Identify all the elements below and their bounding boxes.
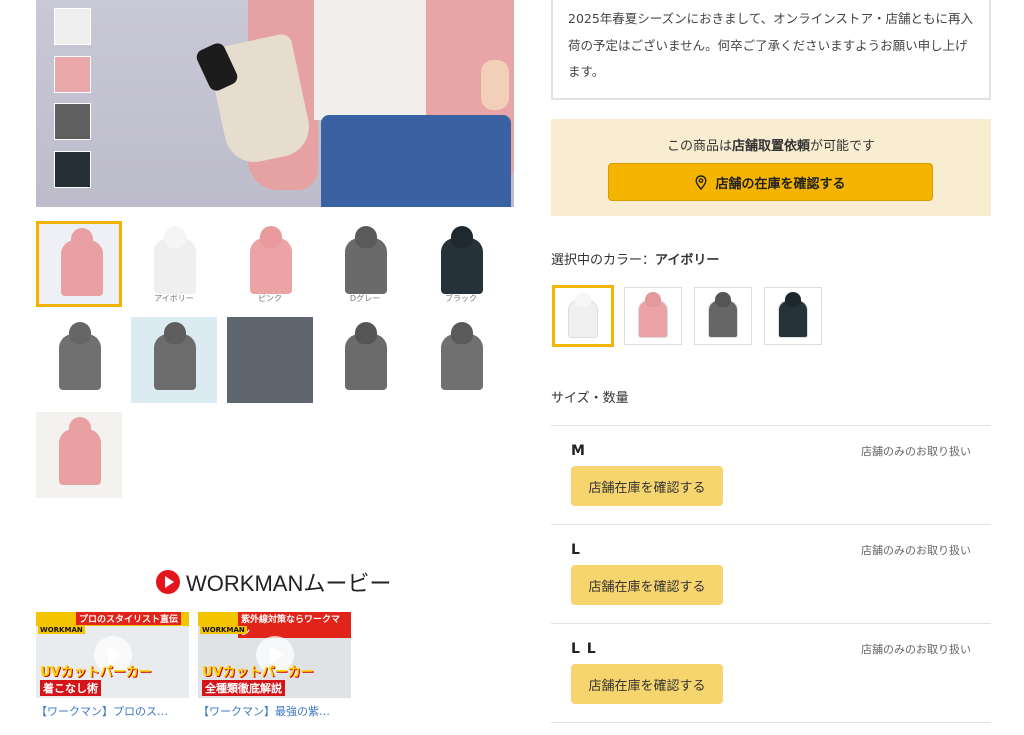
video-band-text: プロのスタイリスト直伝 (76, 612, 182, 625)
check-size-stock-button[interactable]: 店舗在庫を確認する (571, 664, 723, 704)
video-subheadline: 着こなし術 (40, 680, 101, 696)
size-row: M 店舗のみのお取り扱い店舗在庫を確認する (551, 425, 991, 524)
gallery-thumbnail[interactable]: Dグレー (322, 221, 408, 307)
video-brand: WORKMAN (38, 626, 85, 634)
color-option-hood (715, 292, 731, 307)
thumbnail-hood (69, 417, 91, 439)
movie-section-title: WORKMANムービー (156, 568, 391, 596)
gallery-thumbnail[interactable] (36, 221, 122, 307)
location-pin-icon (695, 174, 707, 190)
gallery-thumbnail[interactable] (322, 317, 408, 403)
selected-color-label: 選択中のカラー：アイボリー (551, 249, 719, 268)
thumbnail-caption: ピンク (258, 294, 282, 303)
main-image-swatch-black[interactable] (54, 151, 91, 188)
video-subheadline: 全種類徹底解説 (202, 680, 285, 696)
video-band-text: 紫外線対策ならワークマン (238, 612, 351, 638)
selected-color-value: アイボリー (655, 253, 720, 268)
size-name: L (571, 542, 581, 558)
check-store-stock-label: 店舗の在庫を確認する (715, 176, 846, 192)
size-quantity-heading: サイズ・数量 (551, 391, 629, 406)
hand (481, 60, 509, 110)
size-row: L 店舗のみのお取り扱い店舗在庫を確認する (551, 524, 991, 623)
size-availability-note: 店舗のみのお取り扱い (861, 544, 971, 557)
size-name: M (571, 443, 586, 459)
video-band: プロのスタイリスト直伝 (36, 612, 189, 626)
thumbnail-hood (355, 226, 377, 248)
check-size-stock-button[interactable]: 店舗在庫を確認する (571, 565, 723, 605)
notice-text: 2025年春夏シーズンにおきまして、オンラインストア・店舗ともに再入荷の予定はご… (568, 11, 973, 79)
video-card-1[interactable]: プロのスタイリスト直伝 WORKMAN UVカットパーカー 着こなし術 (36, 612, 189, 698)
size-availability-note: 店舗のみのお取り扱い (861, 445, 971, 458)
size-availability-note: 店舗のみのお取り扱い (861, 643, 971, 656)
size-row: L L 店舗のみのお取り扱い店舗在庫を確認する (551, 623, 991, 722)
color-option-hood (785, 292, 801, 307)
main-product-image (36, 0, 514, 207)
video-headline: UVカットパーカー (202, 665, 314, 680)
thumbnail-hood (164, 322, 186, 344)
selected-color-prefix: 選択中のカラー： (551, 253, 656, 268)
video-caption-1[interactable]: 【ワークマン】プロのス… (36, 703, 168, 719)
store-pickup-box: この商品は店舗取置依頼が可能です 店舗の在庫を確認する (551, 119, 991, 216)
pickup-text-suffix: が可能です (810, 139, 876, 154)
thumbnail-hood (451, 322, 473, 344)
movie-title-text: WORKMANムービー (186, 571, 392, 596)
video-card-2[interactable]: 紫外線対策ならワークマン WORKMAN UVカットパーカー 全種類徹底解説 (198, 612, 351, 698)
gallery-thumbnail[interactable] (227, 317, 313, 403)
thumbnail-hood (69, 322, 91, 344)
size-list-bottom-divider (551, 722, 991, 723)
size-name: L L (571, 641, 597, 657)
gallery-thumbnail[interactable]: ピンク (227, 221, 313, 307)
thumbnail-hood (71, 228, 93, 250)
shirt-area (314, 0, 434, 120)
color-option-hood (645, 292, 661, 307)
thumbnail-hood (260, 226, 282, 248)
gallery-thumbnail[interactable]: アイボリー (131, 221, 217, 307)
restock-notice: 2025年春夏シーズンにおきまして、オンラインストア・店舗ともに再入荷の予定はご… (551, 0, 991, 100)
thumbnail-hood (451, 226, 473, 248)
thumbnail-hood (164, 226, 186, 248)
thumbnail-caption: Dグレー (349, 294, 381, 303)
thumbnail-caption: ブラック (445, 294, 477, 303)
youtube-icon (156, 570, 180, 594)
color-option[interactable] (552, 285, 614, 347)
check-store-stock-button[interactable]: 店舗の在庫を確認する (608, 163, 933, 201)
check-size-stock-button[interactable]: 店舗在庫を確認する (571, 466, 723, 506)
video-headline: UVカットパーカー (40, 665, 152, 680)
thumbnail-hood (355, 322, 377, 344)
gallery-thumbnail[interactable] (131, 317, 217, 403)
video-brand: WORKMAN (200, 626, 247, 634)
main-image-swatch-ivory[interactable] (54, 8, 91, 45)
jeans-area (321, 115, 511, 207)
pickup-text-prefix: この商品は (666, 139, 732, 154)
gallery-thumbnail[interactable] (418, 317, 504, 403)
color-option[interactable] (764, 287, 822, 345)
gallery-thumbnail[interactable] (36, 317, 122, 403)
video-band: 紫外線対策ならワークマン (198, 612, 351, 638)
color-option[interactable] (624, 287, 682, 345)
thumbnail-caption: アイボリー (154, 294, 194, 303)
gallery-thumbnail[interactable] (36, 412, 122, 498)
main-image-swatch-dgray[interactable] (54, 103, 91, 140)
color-option-hood (575, 292, 591, 307)
video-caption-2[interactable]: 【ワークマン】最強の紫… (198, 703, 330, 719)
pickup-text: この商品は店舗取置依頼が可能です (551, 135, 991, 154)
gallery-thumbnail[interactable]: ブラック (418, 221, 504, 307)
main-image-swatch-pink[interactable] (54, 56, 91, 93)
thumbnail-hood (260, 322, 282, 344)
color-option[interactable] (694, 287, 752, 345)
pickup-text-bold: 店舗取置依頼 (731, 139, 810, 154)
